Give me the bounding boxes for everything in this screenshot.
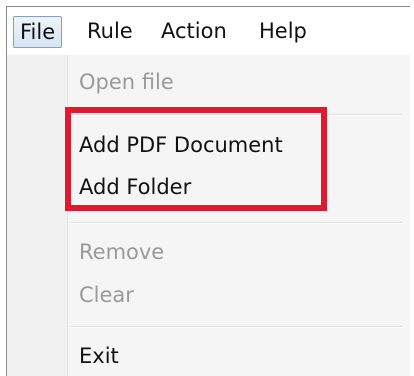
menu-bar: File Rule Action Help — [7, 7, 410, 56]
menu-icon-gutter — [7, 55, 68, 376]
menu-separator — [71, 326, 402, 328]
menu-item-clear: Clear — [79, 283, 134, 307]
menu-file[interactable]: File — [13, 16, 63, 48]
menu-item-remove: Remove — [79, 240, 165, 264]
app-window: File Rule Action Help Open file Add PDF … — [6, 6, 410, 376]
menu-item-open-file: Open file — [79, 70, 174, 94]
menu-separator — [71, 222, 402, 224]
menu-rule[interactable]: Rule — [81, 16, 139, 46]
file-dropdown-menu: Open file Add PDF Document Add Folder Re… — [7, 55, 410, 376]
menu-help[interactable]: Help — [253, 16, 313, 46]
annotation-highlight-box — [65, 107, 327, 211]
menu-item-exit[interactable]: Exit — [79, 341, 119, 371]
menu-action[interactable]: Action — [155, 16, 233, 46]
